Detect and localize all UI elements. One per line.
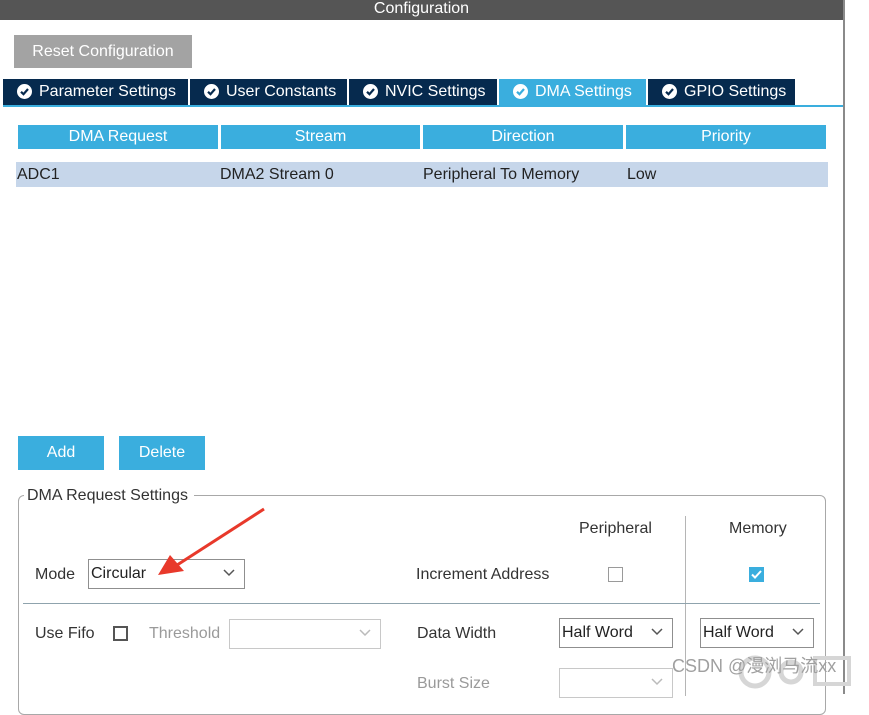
- table-row[interactable]: ADC1 DMA2 Stream 0 Peripheral To Memory …: [16, 162, 828, 187]
- add-button[interactable]: Add: [18, 436, 104, 470]
- use-fifo-label: Use Fifo: [35, 625, 95, 642]
- mode-value: Circular: [91, 565, 147, 582]
- data-width-memory-value: Half Word: [703, 624, 774, 641]
- column-header-stream[interactable]: Stream: [221, 125, 420, 149]
- tab-gpio-settings[interactable]: GPIO Settings: [648, 79, 795, 105]
- title-bar: Configuration: [0, 0, 843, 20]
- data-width-label: Data Width: [417, 625, 497, 642]
- tab-label: User Constants: [226, 83, 337, 100]
- reset-configuration-button[interactable]: Reset Configuration: [14, 35, 192, 68]
- cell-priority: Low: [627, 166, 657, 183]
- cell-stream: DMA2 Stream 0: [220, 166, 334, 183]
- check-circle-icon: [17, 84, 32, 99]
- annotation-arrow: [158, 507, 265, 575]
- group-title: DMA Request Settings: [24, 485, 194, 507]
- chevron-down-icon: [359, 629, 371, 637]
- peripheral-column-header: Peripheral: [579, 520, 652, 537]
- chevron-down-icon: [651, 678, 663, 686]
- window-title: Configuration: [373, 0, 470, 17]
- mode-label: Mode: [35, 566, 76, 583]
- check-circle-icon: [662, 84, 677, 99]
- check-circle-icon: [513, 84, 528, 99]
- threshold-select[interactable]: [229, 619, 381, 649]
- cell-dma-request: ADC1: [17, 166, 60, 183]
- tab-dma-settings[interactable]: DMA Settings: [499, 79, 646, 105]
- cell-direction: Peripheral To Memory: [423, 166, 580, 183]
- burst-size-label: Burst Size: [417, 675, 490, 692]
- tab-label: GPIO Settings: [684, 83, 787, 100]
- tab-underline: [3, 105, 843, 107]
- data-width-memory-select[interactable]: Half Word: [700, 618, 814, 648]
- data-width-peripheral-select[interactable]: Half Word: [559, 618, 673, 648]
- use-fifo-checkbox[interactable]: [113, 626, 128, 641]
- checkmark-icon: [751, 570, 762, 579]
- column-header-direction[interactable]: Direction: [423, 125, 623, 149]
- data-width-peripheral-value: Half Word: [562, 624, 633, 641]
- threshold-label: Threshold: [149, 625, 221, 642]
- memory-column-header: Memory: [729, 520, 787, 537]
- check-circle-icon: [363, 84, 378, 99]
- increment-memory-checkbox[interactable]: [749, 567, 764, 582]
- chevron-down-icon: [792, 628, 804, 636]
- delete-button[interactable]: Delete: [119, 436, 205, 470]
- tab-label: Parameter Settings: [39, 83, 176, 100]
- increment-peripheral-checkbox[interactable]: [608, 567, 623, 582]
- tab-nvic-settings[interactable]: NVIC Settings: [349, 79, 497, 105]
- column-header-dma-request[interactable]: DMA Request: [18, 125, 218, 149]
- tab-user-constants[interactable]: User Constants: [190, 79, 347, 105]
- check-circle-icon: [204, 84, 219, 99]
- section-divider: [23, 603, 820, 604]
- tab-label: NVIC Settings: [385, 83, 486, 100]
- tab-parameter-settings[interactable]: Parameter Settings: [3, 79, 188, 105]
- column-header-priority[interactable]: Priority: [626, 125, 826, 149]
- scrollbar-track[interactable]: [843, 0, 869, 694]
- watermark-text: CSDN @漫浏马流xx: [672, 656, 837, 676]
- increment-address-label: Increment Address: [416, 566, 550, 583]
- chevron-down-icon: [651, 628, 663, 636]
- tab-label: DMA Settings: [535, 83, 632, 100]
